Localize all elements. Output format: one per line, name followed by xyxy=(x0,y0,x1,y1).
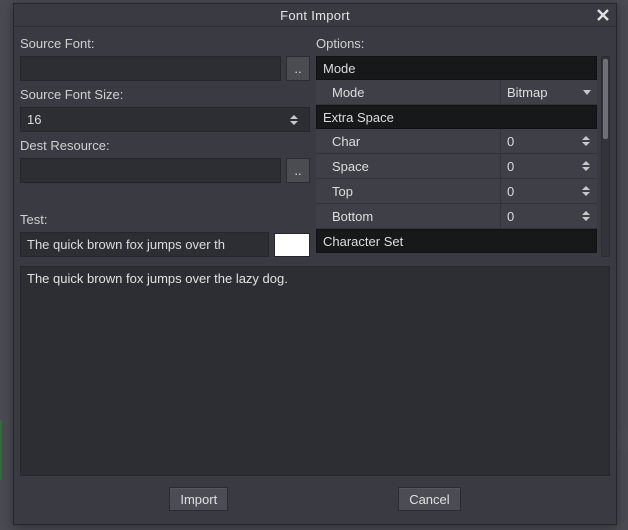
option-space-number: 0 xyxy=(507,159,514,174)
spin-arrows[interactable] xyxy=(582,156,594,176)
option-top-label: Top xyxy=(316,179,501,203)
test-row xyxy=(20,232,310,257)
close-icon xyxy=(597,9,609,21)
chevron-down-icon xyxy=(582,167,590,171)
option-bottom-row: Bottom 0 xyxy=(316,204,597,229)
option-char-value[interactable]: 0 xyxy=(501,129,597,153)
spin-arrows[interactable] xyxy=(582,131,594,151)
preview-text: The quick brown fox jumps over the lazy … xyxy=(27,271,288,286)
scrollbar-thumb[interactable] xyxy=(603,59,608,139)
chevron-down-icon xyxy=(582,192,590,196)
test-label: Test: xyxy=(20,209,310,229)
spin-arrows[interactable] xyxy=(582,206,594,226)
dest-input[interactable] xyxy=(20,158,281,183)
dialog-title: Font Import xyxy=(280,8,350,23)
options-panel: Mode Mode Bitmap Extra Space Char 0 xyxy=(316,56,610,257)
chevron-down-icon xyxy=(582,217,590,221)
option-bottom-value[interactable]: 0 xyxy=(501,204,597,228)
option-char-row: Char 0 xyxy=(316,129,597,154)
import-button[interactable]: Import xyxy=(169,487,228,511)
source-font-row: .. xyxy=(20,56,310,81)
browse-dest-button[interactable]: .. xyxy=(286,158,310,183)
columns: Source Font: .. Source Font Size: Dest R… xyxy=(20,33,610,257)
browse-source-button[interactable]: .. xyxy=(286,56,310,81)
chevron-up-icon xyxy=(582,136,590,140)
chevron-up-icon xyxy=(582,161,590,165)
option-mode-row: Mode Bitmap xyxy=(316,80,597,105)
option-bottom-number: 0 xyxy=(507,209,514,224)
preview-area: The quick brown fox jumps over the lazy … xyxy=(20,266,610,476)
chevron-up-icon xyxy=(582,186,590,190)
options-list: Mode Mode Bitmap Extra Space Char 0 xyxy=(316,56,597,257)
cancel-button[interactable]: Cancel xyxy=(398,487,460,511)
chevron-down-icon xyxy=(290,121,298,125)
font-import-dialog: Font Import Source Font: .. Source Font … xyxy=(13,3,617,525)
dialog-footer: Import Cancel xyxy=(20,482,610,516)
source-size-row xyxy=(20,107,310,132)
dest-row: .. xyxy=(20,158,310,183)
dialog-body: Source Font: .. Source Font Size: Dest R… xyxy=(14,27,616,524)
options-label: Options: xyxy=(316,33,610,53)
test-input[interactable] xyxy=(20,232,269,257)
decorative-right-accent xyxy=(618,430,628,450)
group-charset-header[interactable]: Character Set xyxy=(316,229,597,253)
option-top-number: 0 xyxy=(507,184,514,199)
option-top-row: Top 0 xyxy=(316,179,597,204)
option-space-label: Space xyxy=(316,154,501,178)
chevron-up-icon xyxy=(290,115,298,119)
left-column: Source Font: .. Source Font Size: Dest R… xyxy=(20,33,310,257)
group-mode-header[interactable]: Mode xyxy=(316,56,597,80)
decorative-left-accent xyxy=(0,420,2,480)
source-size-input[interactable] xyxy=(20,107,310,132)
option-space-value[interactable]: 0 xyxy=(501,154,597,178)
source-font-label: Source Font: xyxy=(20,33,310,53)
option-char-label: Char xyxy=(316,129,501,153)
chevron-down-icon xyxy=(582,142,590,146)
options-scrollbar[interactable] xyxy=(601,56,610,257)
source-size-label: Source Font Size: xyxy=(20,84,310,104)
option-top-value[interactable]: 0 xyxy=(501,179,597,203)
chevron-up-icon xyxy=(582,211,590,215)
spin-arrows[interactable] xyxy=(290,109,302,130)
close-button[interactable] xyxy=(594,6,612,24)
group-extraspace-header[interactable]: Extra Space xyxy=(316,105,597,129)
test-color-swatch[interactable] xyxy=(274,233,310,257)
option-bottom-label: Bottom xyxy=(316,204,501,228)
spin-arrows[interactable] xyxy=(582,181,594,201)
right-column: Options: Mode Mode Bitmap Extra Space Ch… xyxy=(316,33,610,257)
titlebar[interactable]: Font Import xyxy=(14,4,616,27)
dest-label: Dest Resource: xyxy=(20,135,310,155)
option-space-row: Space 0 xyxy=(316,154,597,179)
option-mode-value[interactable]: Bitmap xyxy=(501,80,597,104)
spacer xyxy=(20,186,310,206)
source-font-input[interactable] xyxy=(20,56,281,81)
option-mode-label: Mode xyxy=(316,80,501,104)
option-char-number: 0 xyxy=(507,134,514,149)
